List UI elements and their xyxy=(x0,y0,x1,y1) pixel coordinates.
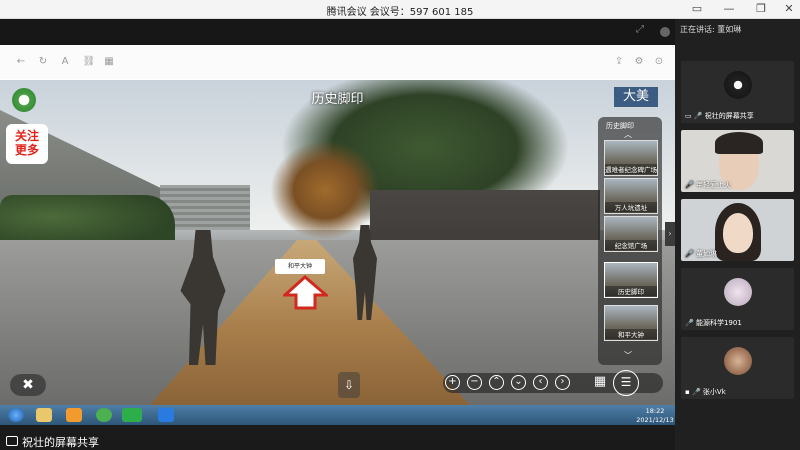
tencent-meeting-icon[interactable] xyxy=(158,408,174,422)
thumbnail-label: 和平大钟 xyxy=(605,329,657,339)
clock-time: 18:22 xyxy=(645,407,665,415)
participant-name: 🎤 董如琳 xyxy=(685,250,717,258)
participant-video xyxy=(723,213,753,253)
follow-more-button[interactable]: 关注 更多 xyxy=(6,124,48,164)
refresh-icon[interactable]: ↻ xyxy=(36,55,50,69)
avatar xyxy=(724,278,752,306)
brand-badge[interactable]: 大美 xyxy=(614,87,658,107)
restore-icon[interactable]: ❐ xyxy=(754,2,768,15)
vr-mode-icon[interactable]: ✖ xyxy=(10,374,46,396)
scene-thumbnail[interactable]: 和平大钟 xyxy=(604,305,658,341)
start-icon[interactable] xyxy=(8,408,24,422)
scene-thumbnail-active[interactable]: 历史脚印 xyxy=(604,262,658,298)
participant-tile[interactable]: ▪ 🎤 张小Vk xyxy=(681,337,794,399)
move-forward-arrow-icon[interactable] xyxy=(283,275,328,310)
scene-thumbnail[interactable]: 万人坑遗址 xyxy=(604,178,658,214)
collapse-panel-icon[interactable]: › xyxy=(665,222,675,246)
hair xyxy=(715,132,763,154)
share-top-strip xyxy=(0,19,675,45)
rotate-left-icon[interactable]: ‹ xyxy=(533,375,548,390)
close-icon[interactable]: ✕ xyxy=(782,2,796,15)
fullscreen-icon[interactable]: ⤢ xyxy=(636,24,648,36)
participant-name: 🎤 能源科学1901 xyxy=(685,319,742,327)
zoom-out-icon[interactable]: − xyxy=(467,375,482,390)
more-icon[interactable]: ⊙ xyxy=(652,55,666,69)
thumbnail-label: 万人坑遗址 xyxy=(605,202,657,212)
tilt-down-icon[interactable]: ⌄ xyxy=(511,375,526,390)
thumbnail-label: 历史脚印 xyxy=(605,286,657,296)
minimize-to-tray-icon[interactable]: ▭ xyxy=(690,2,704,15)
participant-name: ▪ 🎤 张小Vk xyxy=(685,388,726,396)
clock-date: 2021/12/13 xyxy=(636,416,674,424)
share-icon[interactable]: ⇪ xyxy=(612,55,626,69)
taskbar-clock: 18:22 2021/12/13 xyxy=(635,405,675,425)
calendar-icon[interactable]: ▦ xyxy=(102,55,116,69)
browser-toolbar: ← ↻ A ⛓ ▦ ⇪ ⚙ ⊙ xyxy=(0,45,675,79)
hotspot-label[interactable]: 和平大钟 xyxy=(275,259,325,274)
download-icon[interactable]: ⇩ xyxy=(338,372,360,398)
media-player-icon[interactable] xyxy=(66,408,82,422)
explorer-icon[interactable] xyxy=(36,408,52,422)
grid-view-icon[interactable]: ▦ xyxy=(590,374,610,392)
thumbnail-label: 遇难者纪念碑广场 xyxy=(605,164,657,174)
participant-name: 🎤 年轻爱上火 xyxy=(685,181,731,189)
participant-tile[interactable]: 🎤 能源科学1901 xyxy=(681,268,794,330)
minimize-icon[interactable]: — xyxy=(722,2,736,15)
wechat-icon[interactable] xyxy=(122,408,142,422)
participant-tile[interactable]: ▭ 🎤 祝壮的屏幕共享 xyxy=(681,61,794,123)
link-icon[interactable]: ⛓ xyxy=(82,55,96,69)
participant-video-tile[interactable]: 🎤 年轻爱上火 xyxy=(681,130,794,192)
title-bar: 腾讯会议 会议号：597 601 185 ▭ — ❐ ✕ xyxy=(0,0,800,19)
avatar xyxy=(724,347,752,375)
menu-icon[interactable]: ☰ xyxy=(613,370,639,396)
follow-more-label: 关注 更多 xyxy=(14,129,39,157)
screen-share-icon xyxy=(6,436,18,446)
speaking-indicator: 正在讲话: 董如琳 xyxy=(680,25,742,34)
font-size-icon[interactable]: A xyxy=(58,55,72,69)
panorama-scene[interactable] xyxy=(0,80,675,405)
participant-name: ▭ 🎤 祝壮的屏幕共享 xyxy=(685,112,754,120)
scene-thumbnail[interactable]: 遇难者纪念碑广场 xyxy=(604,140,658,176)
participant-video-tile[interactable]: 🎤 董如琳 xyxy=(681,199,794,261)
meeting-title: 腾讯会议 会议号：597 601 185 xyxy=(326,7,474,18)
back-icon[interactable]: ← xyxy=(14,55,28,69)
speaker-avatar xyxy=(660,27,670,37)
rotate-right-icon[interactable]: › xyxy=(555,375,570,390)
scene-thumbnail[interactable]: 纪念馆广场 xyxy=(604,216,658,252)
thumbnail-label: 纪念馆广场 xyxy=(605,240,657,250)
screen-share-status-bar: 祝壮的屏幕共享 xyxy=(0,433,675,450)
zoom-in-icon[interactable]: + xyxy=(445,375,460,390)
tilt-up-icon[interactable]: ⌃ xyxy=(489,375,504,390)
settings-icon[interactable]: ⚙ xyxy=(632,55,646,69)
avatar xyxy=(724,71,752,99)
scene-title: 历史脚印 xyxy=(311,92,364,107)
screen-share-label: 祝壮的屏幕共享 xyxy=(22,436,99,449)
browser-icon[interactable] xyxy=(96,408,112,422)
